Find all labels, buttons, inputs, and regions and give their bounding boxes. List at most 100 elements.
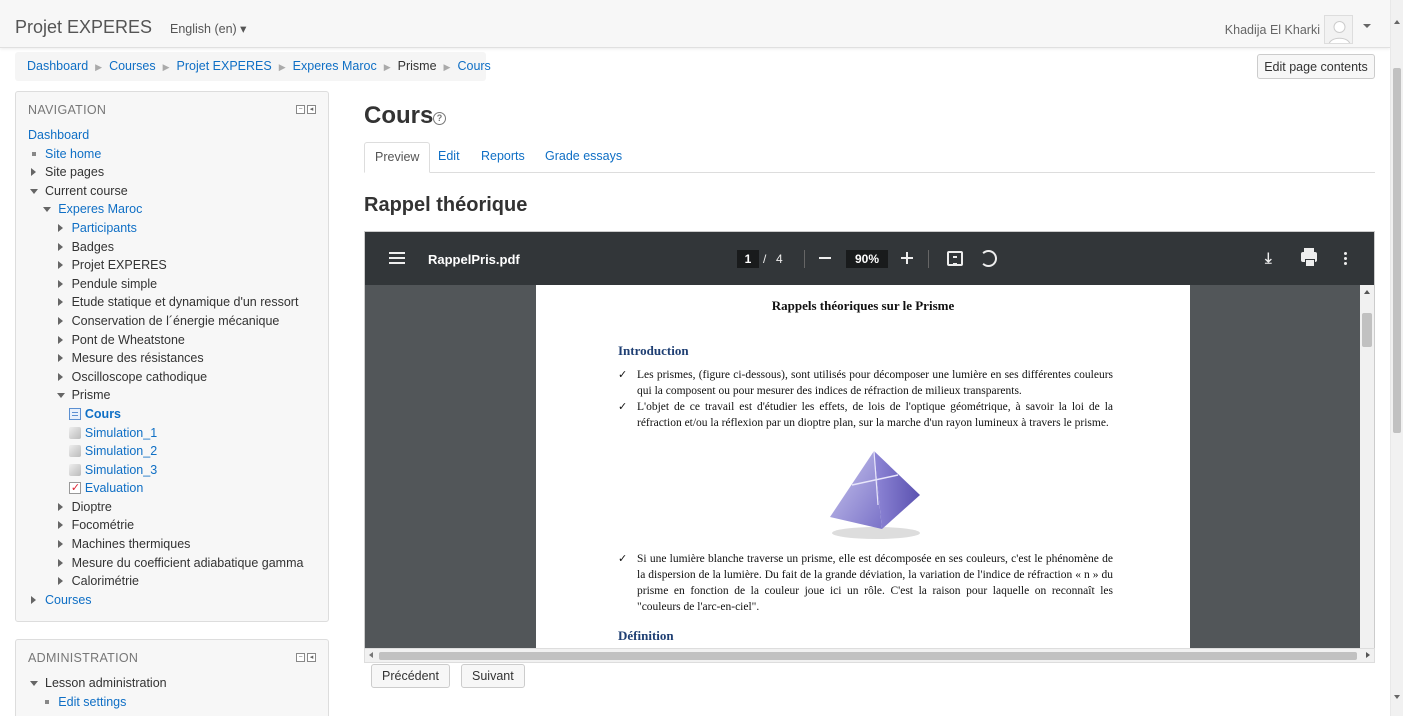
user-name[interactable]: Khadija El Kharki bbox=[1225, 23, 1320, 37]
tree-item-label[interactable]: Courses bbox=[45, 591, 92, 610]
pdf-zoom-input[interactable]: 90% bbox=[846, 250, 888, 268]
tree-item[interactable]: Pont de Wheatstone bbox=[16, 331, 328, 350]
expand-arrow-icon[interactable] bbox=[57, 279, 63, 288]
next-button[interactable]: Suivant bbox=[461, 664, 525, 688]
pdf-vertical-scrollbar[interactable] bbox=[1360, 285, 1374, 662]
tree-item[interactable]: Site home bbox=[16, 145, 328, 164]
tree-item[interactable]: Cours bbox=[16, 405, 328, 424]
tree-item[interactable]: Dashboard bbox=[16, 126, 328, 145]
print-icon[interactable] bbox=[1301, 248, 1317, 267]
tree-item-label[interactable]: Calorimétrie bbox=[72, 572, 139, 591]
zoom-in-icon[interactable] bbox=[901, 252, 913, 264]
scroll-right-arrow-icon[interactable] bbox=[1366, 652, 1370, 658]
tree-item[interactable]: Current course bbox=[16, 182, 328, 201]
tree-item-label[interactable]: Cours bbox=[85, 405, 121, 424]
breadcrumb-cours[interactable]: Cours bbox=[457, 59, 490, 73]
tree-item-label[interactable]: Simulation_2 bbox=[85, 442, 157, 461]
tree-item[interactable]: Simulation_3 bbox=[16, 461, 328, 480]
tree-item-label[interactable]: Badges bbox=[72, 238, 114, 257]
collapse-arrow-icon[interactable] bbox=[56, 393, 65, 399]
tree-item-label[interactable]: Projet EXPERES bbox=[72, 256, 167, 275]
tree-item-label[interactable]: Experes Maroc bbox=[58, 200, 142, 219]
scroll-up-arrow-icon[interactable] bbox=[1364, 290, 1370, 294]
tree-item-label[interactable]: Oscilloscope cathodique bbox=[72, 368, 208, 387]
tree-item-label[interactable]: Site home bbox=[45, 145, 101, 164]
tree-item[interactable]: Projet EXPERES bbox=[16, 256, 328, 275]
scroll-left-arrow-icon[interactable] bbox=[369, 652, 373, 658]
tree-item[interactable]: Conservation de l´énergie mécanique bbox=[16, 312, 328, 331]
tab-edit[interactable]: Edit bbox=[428, 142, 470, 173]
previous-button[interactable]: Précédent bbox=[371, 664, 450, 688]
tree-item-label[interactable]: Dashboard bbox=[28, 126, 89, 145]
breadcrumb-projet-experes[interactable]: Projet EXPERES bbox=[177, 59, 272, 73]
zoom-out-icon[interactable] bbox=[819, 257, 831, 259]
tree-item-label[interactable]: Current course bbox=[45, 182, 128, 201]
expand-arrow-icon[interactable] bbox=[31, 168, 36, 177]
expand-arrow-icon[interactable] bbox=[57, 298, 63, 307]
tree-item-label[interactable]: Dioptre bbox=[72, 498, 112, 517]
tree-item-label[interactable]: Focométrie bbox=[72, 516, 135, 535]
expand-arrow-icon[interactable] bbox=[57, 354, 63, 363]
tree-item[interactable]: Badges bbox=[16, 238, 328, 257]
tree-item-label[interactable]: Simulation_3 bbox=[85, 461, 157, 480]
tree-item-label[interactable]: Lesson administration bbox=[45, 674, 167, 693]
expand-arrow-icon[interactable] bbox=[57, 242, 63, 251]
download-icon[interactable]: ⤓ bbox=[1265, 250, 1272, 267]
tree-item-label[interactable]: Conservation de l´énergie mécanique bbox=[72, 312, 280, 331]
expand-arrow-icon[interactable] bbox=[57, 558, 63, 567]
tree-item-label[interactable]: Etude statique et dynamique d'un ressort bbox=[72, 293, 299, 312]
scroll-up-arrow-icon[interactable] bbox=[1394, 20, 1400, 24]
tree-item[interactable]: Edit settings bbox=[16, 693, 328, 712]
collapse-arrow-icon[interactable] bbox=[43, 207, 52, 213]
expand-arrow-icon[interactable] bbox=[57, 521, 63, 530]
expand-arrow-icon[interactable] bbox=[31, 595, 36, 604]
collapse-block-icon[interactable]: − bbox=[296, 653, 305, 662]
page-scrollbar[interactable] bbox=[1390, 0, 1403, 716]
tree-item-label[interactable]: Edit settings bbox=[58, 693, 126, 712]
tree-item-label[interactable]: Machines thermiques bbox=[72, 535, 191, 554]
fit-to-page-icon[interactable] bbox=[947, 251, 963, 266]
expand-arrow-icon[interactable] bbox=[57, 540, 63, 549]
tab-grade-essays[interactable]: Grade essays bbox=[535, 142, 632, 173]
avatar[interactable] bbox=[1324, 15, 1353, 44]
tree-item-label[interactable]: Mesure des résistances bbox=[72, 349, 204, 368]
more-options-icon[interactable] bbox=[1344, 252, 1347, 255]
tree-item[interactable]: Simulation_2 bbox=[16, 442, 328, 461]
expand-arrow-icon[interactable] bbox=[57, 261, 63, 270]
tree-item[interactable]: Prisme bbox=[16, 386, 328, 405]
tree-item[interactable]: Experes Maroc bbox=[16, 200, 328, 219]
breadcrumb-courses[interactable]: Courses bbox=[109, 59, 156, 73]
breadcrumb-dashboard[interactable]: Dashboard bbox=[27, 59, 88, 73]
tree-item-label[interactable]: Pendule simple bbox=[72, 275, 157, 294]
tab-reports[interactable]: Reports bbox=[471, 142, 535, 173]
tree-item[interactable]: Site pages bbox=[16, 163, 328, 182]
dock-block-icon[interactable]: ◂ bbox=[307, 653, 316, 662]
tree-item[interactable]: Lesson administration bbox=[16, 674, 328, 693]
tree-item-label[interactable]: Prisme bbox=[72, 386, 111, 405]
tree-item[interactable]: Mesure du coefficient adiabatique gamma bbox=[16, 554, 328, 573]
tree-item[interactable]: Etude statique et dynamique d'un ressort bbox=[16, 293, 328, 312]
tree-item-label[interactable]: Evaluation bbox=[85, 479, 143, 498]
menu-icon[interactable] bbox=[389, 252, 405, 254]
page-scrollbar-thumb[interactable] bbox=[1393, 68, 1401, 433]
tab-preview[interactable]: Preview bbox=[364, 142, 431, 173]
tree-item-label[interactable]: Pont de Wheatstone bbox=[72, 331, 185, 350]
tree-item-label[interactable]: Simulation_1 bbox=[85, 424, 157, 443]
breadcrumb-experes-maroc[interactable]: Experes Maroc bbox=[293, 59, 377, 73]
tree-item[interactable]: Calorimétrie bbox=[16, 572, 328, 591]
expand-arrow-icon[interactable] bbox=[57, 372, 63, 381]
expand-arrow-icon[interactable] bbox=[57, 316, 63, 325]
expand-arrow-icon[interactable] bbox=[57, 502, 63, 511]
help-icon[interactable]: ? bbox=[433, 112, 446, 125]
tree-item[interactable]: Courses bbox=[16, 591, 328, 610]
tree-item[interactable]: Dioptre bbox=[16, 498, 328, 517]
tree-item[interactable]: Simulation_1 bbox=[16, 424, 328, 443]
scroll-down-arrow-icon[interactable] bbox=[1394, 695, 1400, 699]
tree-item-label[interactable]: Site pages bbox=[45, 163, 104, 182]
rotate-icon[interactable] bbox=[980, 250, 997, 267]
tree-item[interactable]: Machines thermiques bbox=[16, 535, 328, 554]
tree-item[interactable]: Focométrie bbox=[16, 516, 328, 535]
tree-item[interactable]: Pendule simple bbox=[16, 275, 328, 294]
horizontal-scrollbar-thumb[interactable] bbox=[379, 652, 1357, 660]
edit-page-contents-button[interactable]: Edit page contents bbox=[1257, 54, 1375, 79]
